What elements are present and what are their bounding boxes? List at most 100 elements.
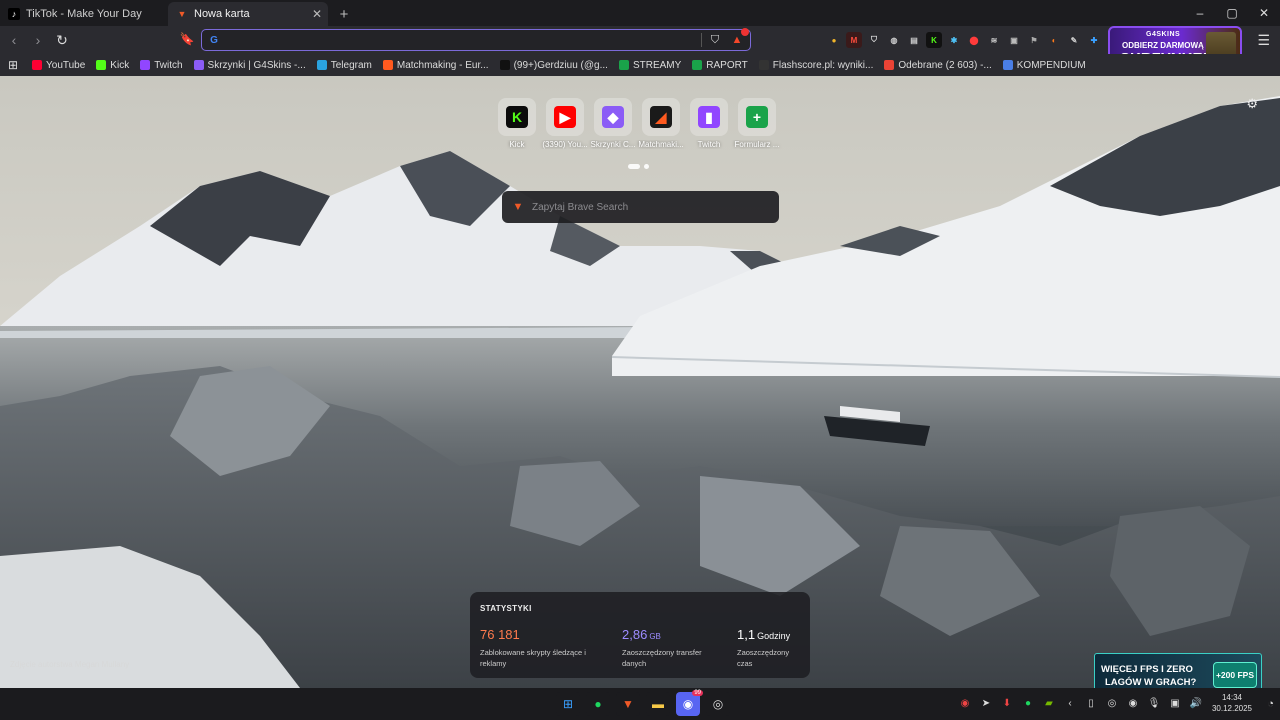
pen-icon[interactable]: ✎	[1066, 32, 1082, 48]
bandwidth-value: 2,86	[622, 627, 648, 642]
tray-volume-icon[interactable]: 🔊	[1189, 696, 1203, 710]
top-site-icon-frame: ◢	[642, 98, 680, 136]
apps-grid-icon[interactable]: ⊞	[6, 58, 20, 72]
bookmark-item[interactable]: STREAMY	[618, 60, 681, 71]
k-icon[interactable]: K	[926, 32, 942, 48]
address-input[interactable]	[220, 31, 701, 49]
bookmark-item[interactable]: Twitch	[140, 59, 183, 71]
tray-mic-icon[interactable]: 🎙	[1147, 696, 1161, 710]
tray-arrow-icon[interactable]: ➤	[979, 696, 993, 710]
shield-icon[interactable]: ⛉	[866, 32, 882, 48]
settings-gear-icon[interactable]: ⚙	[1246, 96, 1258, 112]
window-controls: – ▢ ✕	[1184, 0, 1280, 26]
bookmark-item[interactable]: RAPORT	[692, 60, 748, 71]
tray-network-icon[interactable]: ▣	[1168, 696, 1182, 710]
x-icon[interactable]: ⬤	[966, 32, 982, 48]
back-button[interactable]: ‹	[4, 30, 24, 50]
menu-icon[interactable]: ☰	[1257, 32, 1270, 49]
tiktok-icon: ♪	[8, 8, 20, 20]
bookmark-icon[interactable]: ⚑	[1026, 32, 1042, 48]
bookmark-favicon-icon	[382, 60, 393, 70]
bookmark-item[interactable]: Odebrane (2 603) -...	[884, 60, 992, 71]
maximize-button[interactable]: ▢	[1216, 0, 1248, 26]
bookmark-item[interactable]: Flashscore.pl: wyniki...	[758, 60, 873, 71]
top-site-tile[interactable]: ◆ Skrzynki C...	[591, 98, 635, 149]
puzzle-icon[interactable]: ✚	[1086, 32, 1102, 48]
notifications-icon[interactable]: ◔	[1267, 698, 1274, 710]
brave-shields-icon[interactable]: ⛉	[708, 33, 722, 47]
top-site-icon: K	[506, 106, 528, 128]
bookmark-item[interactable]: KOMPENDIUM	[1002, 60, 1086, 71]
fox-icon[interactable]: ◐	[1046, 32, 1062, 48]
minimize-button[interactable]: –	[1184, 0, 1216, 26]
tray-file-icon[interactable]: ▯	[1084, 696, 1098, 710]
tab-title: Nowa karta	[194, 8, 250, 20]
tray-game-icon[interactable]: ◉	[958, 696, 972, 710]
tray-download-icon[interactable]: ⬇	[1000, 696, 1014, 710]
bookmark-item[interactable]: YouTube	[32, 60, 85, 71]
windows-start-icon[interactable]: ⊞	[556, 692, 580, 716]
top-site-tile[interactable]: + Formularz ...	[735, 98, 779, 149]
bookmark-favicon-icon	[692, 60, 703, 70]
pager-dot[interactable]	[644, 164, 649, 169]
search-input[interactable]	[532, 201, 779, 213]
bookmark-favicon-icon	[884, 60, 895, 70]
reload-button[interactable]: ↻	[52, 30, 72, 50]
taskbar-clock[interactable]: 14:34 30.12.2025	[1208, 692, 1256, 714]
brave-lion-icon: ▼	[512, 201, 524, 213]
clock-date: 30.12.2025	[1211, 704, 1253, 713]
discord-icon[interactable]: ◉ 99	[676, 690, 703, 716]
bookmark-label: RAPORT	[706, 59, 748, 71]
new-tab-button[interactable]: +	[332, 2, 356, 26]
bookmark-item[interactable]: (99+)Gerdziuu (@g...	[499, 59, 608, 71]
address-separator	[701, 33, 702, 47]
top-site-tile[interactable]: K Kick	[498, 98, 536, 149]
ad2-line-1: WIĘCEJ FPS I ZERO	[1101, 664, 1193, 675]
tv-icon[interactable]: ▣	[1006, 32, 1022, 48]
circle-icon[interactable]: ◍	[886, 32, 902, 48]
brave-search-box[interactable]: ▼	[502, 191, 779, 223]
spotify-icon[interactable]: ●	[586, 692, 610, 716]
tray-discord-icon[interactable]: ◉	[1126, 696, 1140, 710]
clock-time: 14:34	[1221, 693, 1243, 702]
bookmark-label: Twitch	[154, 59, 183, 71]
ai-icon[interactable]: ✱	[946, 32, 962, 48]
tray-nvidia-icon[interactable]: ▰	[1042, 696, 1056, 710]
m-icon[interactable]: M	[846, 32, 862, 48]
coffee-icon[interactable]: ●	[826, 32, 842, 48]
brave-rewards-icon[interactable]: ▲	[730, 28, 749, 47]
tray-steam-icon[interactable]: ◎	[1105, 696, 1119, 710]
toolbar: ‹ › ↻ 🔖 G ⛉ ▲ ● M ⛉ ◍ ▤ K ✱ ⬤ ≋ ▣ ⚑ ◐ ✎ …	[0, 26, 1280, 54]
ad-line-1: ODBIERZ DARMOWĄ	[1122, 41, 1204, 50]
close-tab-icon[interactable]: ✕	[312, 7, 322, 21]
bookmarks-bar-end	[1108, 54, 1280, 76]
bookmark-item[interactable]: Skrzynki | G4Skins -...	[193, 60, 306, 71]
steam-icon[interactable]: ◎	[706, 692, 730, 716]
tab-new-tab[interactable]: ▼ Nowa karta ✕	[168, 2, 328, 26]
top-site-tile[interactable]: ▮ Twitch	[690, 98, 728, 149]
forward-button[interactable]: ›	[28, 30, 48, 50]
wave-icon[interactable]: ≋	[986, 32, 1002, 48]
address-bar[interactable]: G ⛉ ▲	[201, 28, 751, 51]
window-icon[interactable]: ▤	[906, 32, 922, 48]
top-site-icon-frame: ▶	[546, 98, 584, 136]
tab-tiktok[interactable]: ♪ TikTok - Make Your Day	[0, 2, 168, 26]
top-sites: K Kick ▶ (3390) You... ◆ Skrzynki C... ◢ Matchm…	[498, 98, 779, 149]
bookmark-page-icon[interactable]: 🔖	[178, 30, 196, 48]
bookmark-item[interactable]: Telegram	[316, 59, 372, 71]
bookmark-item[interactable]: Matchmaking - Eur...	[382, 60, 489, 71]
photo-credit[interactable]: Zdjęcie autorstwa Megan Mullany	[10, 660, 129, 669]
bookmark-label: Telegram	[330, 59, 372, 71]
tray-back-icon[interactable]: ‹	[1063, 696, 1077, 710]
file-explorer-icon[interactable]: ▬	[646, 692, 670, 716]
bookmark-label: (99+)Gerdziuu (@g...	[513, 59, 608, 71]
tray-spotify-icon[interactable]: ●	[1021, 696, 1035, 710]
brave-icon[interactable]: ▼	[616, 692, 640, 716]
top-site-tile[interactable]: ▶ (3390) You...	[542, 98, 588, 149]
pager-dot-active[interactable]	[628, 164, 640, 169]
top-site-icon: +	[746, 106, 768, 128]
close-window-button[interactable]: ✕	[1248, 0, 1280, 26]
trackers-desc: Zablokowane skrypty śledzące i reklamy	[480, 648, 586, 668]
bookmark-item[interactable]: Kick	[96, 60, 129, 71]
top-site-tile[interactable]: ◢ Matchmaki...	[638, 98, 684, 149]
